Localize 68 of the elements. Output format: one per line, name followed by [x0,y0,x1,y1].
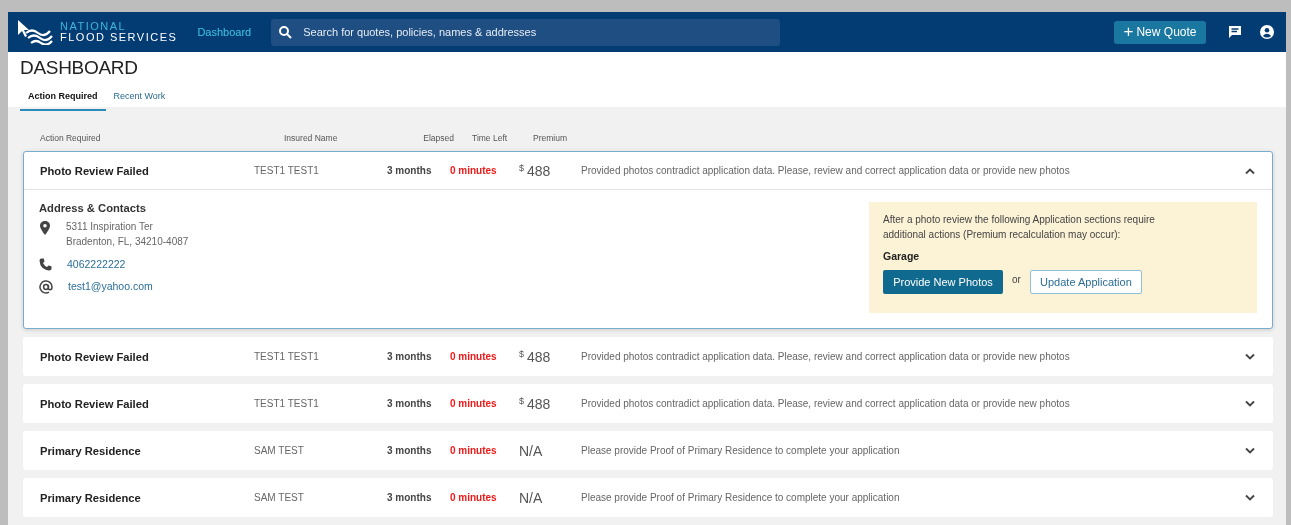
chat-icon[interactable] [1228,25,1242,39]
premium-amount: $ 488 [519,395,552,412]
action-title: Primary Residence [40,491,142,504]
premium-amount: $ 488 [519,162,552,179]
expand-chevron-icon[interactable] [1244,399,1256,408]
premium-amount: $ 488 [519,348,552,365]
expand-chevron-icon[interactable] [1244,493,1256,502]
dashboard-row[interactable] [23,151,1273,329]
time-left: 0 minutes [450,492,498,503]
email-link[interactable]: test1@yahoo.com [68,280,153,292]
dashboard-link[interactable]: Dashboard [197,26,252,38]
tab[interactable]: Recent Work [105,88,174,111]
column-header: Insured Name [284,133,339,143]
column-header: Time Left [472,133,509,143]
expand-chevron-icon[interactable] [1244,352,1256,361]
dashboard-row[interactable]: Photo Review Failed TEST1 TEST1 3 months 0 minutes $ 488 Provided photos contradict application data. Please, review and correct application data or provide new photos [23,337,1273,376]
elapsed-time: 3 months [387,492,433,503]
action-message: Please provide Proof of Primary Residence to complete your application [581,492,901,503]
column-header: Premium [533,133,568,143]
logo-icon [16,19,56,45]
expand-chevron-icon[interactable] [1244,446,1256,455]
premium-amount: N/A [519,442,544,459]
action-title: Photo Review Failed [40,350,150,363]
insured-name: TEST1 TEST1 [254,165,320,176]
insured-name: SAM TEST [254,445,305,456]
premium-amount: N/A [519,489,544,506]
action-message: Please provide Proof of Primary Residence to complete your application [581,445,901,456]
section-title: Address & Contacts [39,202,147,214]
at-sign-icon [39,280,53,294]
section-label: Garage [883,249,921,264]
dashboard-row[interactable]: Primary Residence SAM TEST 3 months 0 minutes N/A Please provide Proof of Primary Residence to complete your application [23,431,1273,470]
elapsed-time: 3 months [387,165,433,176]
provide-photos-button[interactable]: Provide New Photos [883,270,1003,294]
elapsed-time: 3 months [387,398,433,409]
insured-name: SAM TEST [254,492,305,503]
column-header: Elapsed [422,133,454,143]
pin-icon [39,221,51,235]
time-left: 0 minutes [450,398,498,409]
phone-icon [39,258,52,271]
new-quote-button[interactable]: + New Quote [1114,20,1206,44]
action-message: Provided photos contradict application data. Please, review and correct application data or provide new photos [581,165,1071,176]
tab[interactable]: Action Required [20,88,106,111]
page-title: DASHBOARD [20,57,139,79]
action-title: Photo Review Failed [40,397,150,410]
dashboard-row[interactable]: Photo Review Failed TEST1 TEST1 3 months 0 minutes $ 488 Provided photos contradict application data. Please, review and correct application data or provide new photos [23,384,1273,423]
column-header: Action Required [40,133,102,143]
or-text: or [1012,272,1021,287]
account-icon[interactable] [1260,25,1274,39]
insured-name: TEST1 TEST1 [254,351,320,362]
elapsed-time: 3 months [387,445,433,456]
logo-text: NATIONAL FLOOD SERVICES [60,21,178,43]
address-text: 5311 Inspiration Ter Bradenton, FL, 34210-4087 [66,220,189,249]
phone-link[interactable]: 4062222222 [67,258,126,270]
update-application-button[interactable]: Update Application [1029,270,1142,294]
time-left: 0 minutes [450,445,498,456]
notice-text: After a photo review the following Application sections require additional actions (Premium recalculation may occur): [883,213,1156,242]
insured-name: TEST1 TEST1 [254,398,320,409]
time-left: 0 minutes [450,165,498,176]
search-icon [279,25,293,39]
action-message: Provided photos contradict application data. Please, review and correct application data or provide new photos [581,351,1071,362]
search-field[interactable]: Search for quotes, policies, names & addresses [271,18,781,46]
action-title: Primary Residence [40,444,142,457]
action-message: Provided photos contradict application data. Please, review and correct application data or provide new photos [581,398,1071,409]
elapsed-time: 3 months [387,351,433,362]
action-title: Photo Review Failed [40,164,150,177]
collapse-chevron-icon[interactable] [1244,166,1256,175]
dashboard-row[interactable]: Primary Residence SAM TEST 3 months 0 minutes N/A Please provide Proof of Primary Residence to complete your application [23,478,1273,517]
time-left: 0 minutes [450,351,498,362]
